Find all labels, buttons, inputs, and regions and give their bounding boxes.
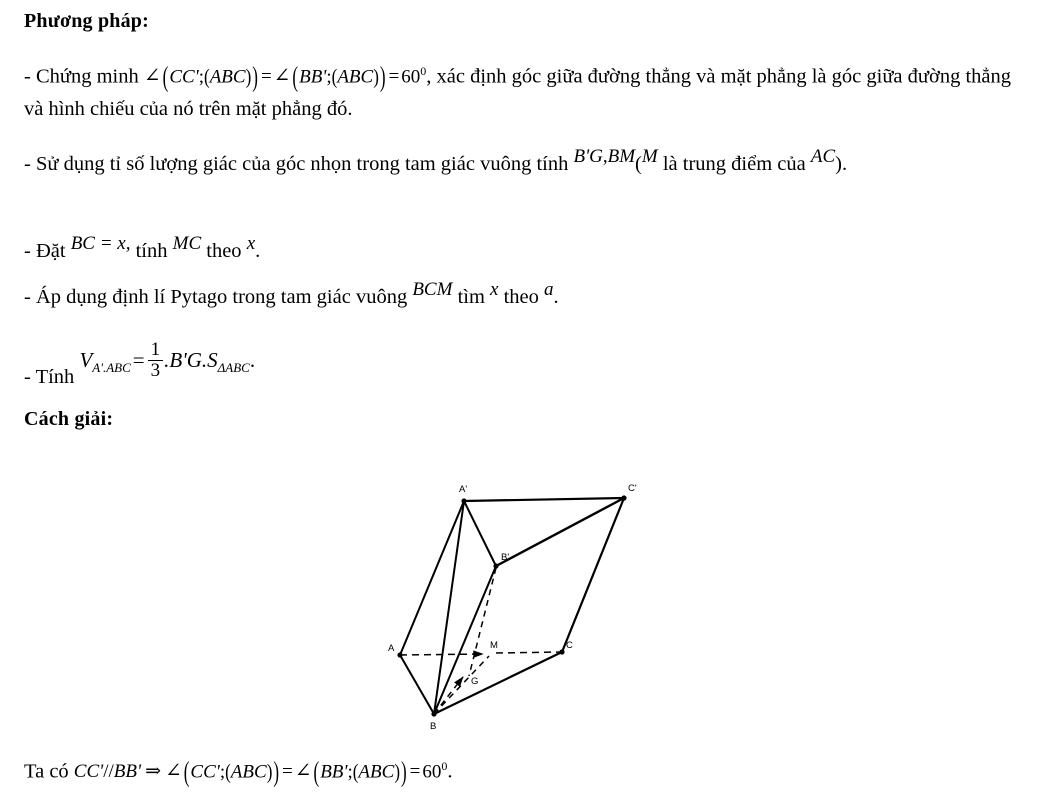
vertex-dot-Aprime: [461, 498, 467, 504]
solution-tail: .: [447, 760, 453, 783]
dashed-edge-M-C: [495, 651, 563, 654]
vertex-dot-C: [559, 649, 565, 655]
bullet-4-suffix: theo: [498, 286, 545, 308]
math-v-subscript: A'.ABC: [92, 360, 131, 376]
edge-Bprime-B: [433, 565, 497, 715]
math-abc-3: ABC: [230, 761, 267, 783]
label-C: C: [566, 640, 573, 651]
page-title-method: Phương pháp:: [24, 10, 149, 32]
math-cc-prime-2: CC': [73, 761, 104, 783]
label-C-prime: C': [628, 483, 637, 494]
math-equals: =: [132, 348, 145, 372]
math-bg-s: .B'G.S: [164, 348, 218, 372]
math-v: V: [79, 348, 93, 372]
bullet-3-prefix: - Đặt: [24, 240, 71, 262]
bullet-method-4: - Áp dụng định lí Pytago trong tam giác …: [24, 279, 1024, 314]
bullet-2-prefix: - Sử dụng tỉ số lượng giác của góc nhọn …: [24, 153, 574, 175]
math-cc-prime-3: CC': [190, 761, 220, 783]
math-implies-sign: ⇒: [141, 755, 165, 788]
bullet-method-1: - Chứng minh ∠ (CC';(ABC)) = ∠ (BB';(ABC)) = 6…: [24, 55, 1024, 126]
vertex-dots-group: [397, 495, 627, 717]
label-A: A: [388, 643, 395, 654]
edge-A-B: [399, 654, 435, 715]
edge-Bprime-Cprime: [494, 496, 626, 568]
label-G: G: [471, 676, 478, 687]
math-numerator: 1: [150, 339, 161, 361]
math-bb-prime-3: BB': [320, 761, 348, 783]
math-bb-prime-2: BB': [113, 761, 142, 783]
bullet-4-prefix: - Áp dụng định lí Pytago trong tam giác …: [24, 286, 413, 308]
document-page: Phương pháp: - Chứng minh ∠ (CC';(ABC)) = ∠…: [0, 0, 1043, 792]
edge-Aprime-Cprime: [462, 496, 626, 503]
math-bc-equals-x: BC = x,: [70, 233, 131, 254]
label-B: B: [430, 721, 436, 732]
solid-edges-group: [399, 496, 626, 716]
prism-diagram-svg: A' B' C' A B C M G: [388, 483, 637, 732]
math-b-prime-g: B'G: [573, 146, 603, 167]
math-s-subscript: ΔABC: [217, 360, 250, 376]
bullet-4-tail: .: [553, 286, 559, 308]
math-bg-bm: B'G,BM: [573, 146, 636, 167]
dashed-edge-A-M: [399, 650, 484, 658]
bullet-method-3: - Đặt BC = x, tính MC theo x.: [24, 233, 1024, 268]
vertex-dot-Cprime: [621, 495, 627, 501]
bullet-method-2: - Sử dụng tỉ số lượng giác của góc nhọn …: [24, 146, 1024, 181]
math-bb-prime-1: BB': [299, 66, 327, 88]
math-60-2: 60: [422, 761, 442, 783]
math-angle-equality-1: ∠ (CC';(ABC)) = ∠ (BB';(ABC)) = 600: [143, 60, 427, 93]
math-abc-1: ABC: [209, 66, 246, 88]
math-angle-equality-2: ∠ (CC';(ABC)) = ∠ (BB';(ABC)) = 600: [164, 755, 448, 788]
math-mc: MC: [172, 233, 202, 254]
page-title-solution: Cách giải:: [24, 408, 114, 430]
math-parallel-sign: //: [103, 761, 114, 783]
dashed-edge-B-M: [433, 655, 490, 715]
math-cc-prime-1: CC': [169, 66, 199, 88]
math-ac: AC: [810, 146, 836, 167]
math-fraction-one-third: 13: [147, 339, 164, 380]
vertex-dot-A: [397, 652, 403, 658]
bullet-2-suffix: là trung điểm của: [657, 153, 811, 175]
solution-prefix: Ta có: [24, 760, 74, 783]
math-x-1: x: [246, 233, 256, 254]
edge-Aprime-A: [399, 500, 465, 656]
math-cc-parallel-bb: CC'//BB': [74, 755, 141, 788]
edge-B-C: [432, 650, 564, 716]
bullet-3-mid: tính: [130, 240, 173, 262]
math-bm: BM: [607, 146, 636, 167]
vertex-dot-Bprime: [493, 563, 499, 569]
geometry-figure-prism: A' B' C' A B C M G: [370, 470, 670, 735]
math-a: a: [544, 279, 554, 300]
bullet-2-open-paren: (: [635, 153, 642, 175]
label-A-prime: A': [459, 484, 467, 495]
bullet-3-tail: .: [255, 240, 261, 262]
math-m-midpoint: M: [641, 146, 658, 167]
label-B-prime: B': [501, 552, 509, 563]
vertex-dot-B: [431, 711, 437, 717]
math-volume-formula: VA'.ABC= 1 3 .B'G.SΔABC.: [79, 330, 255, 398]
edge-Aprime-B: [433, 500, 465, 715]
solution-line-1: Ta có CC'//BB' ⇒ ∠ (CC';(ABC)) = ∠ (BB';(ABC))…: [24, 750, 1024, 788]
label-M: M: [490, 640, 498, 651]
implies-glyph: ⇒: [145, 761, 161, 783]
math-60-1: 60: [401, 66, 421, 88]
math-abc-4: ABC: [358, 761, 395, 783]
bullet-method-5: - Tính VA'.ABC= 1 3 .B'G.SΔABC.: [24, 330, 1024, 398]
vertex-labels-group: A' B' C' A B C M G: [388, 483, 637, 732]
bullet-4-mid: tìm: [452, 286, 491, 308]
edge-Cprime-C: [560, 496, 626, 654]
bullet-5-prefix: - Tính: [24, 366, 80, 388]
bullet-3-suffix: theo: [201, 240, 247, 262]
math-denominator: 3: [147, 359, 164, 380]
bullet-1-prefix: - Chứng minh: [24, 65, 144, 88]
math-bcm: BCM: [412, 279, 453, 300]
math-x-2: x: [490, 279, 499, 300]
edge-Aprime-Bprime: [463, 500, 497, 567]
math-period: .: [249, 348, 256, 372]
math-abc-2: ABC: [337, 66, 374, 88]
bullet-2-tail: ).: [835, 153, 848, 175]
